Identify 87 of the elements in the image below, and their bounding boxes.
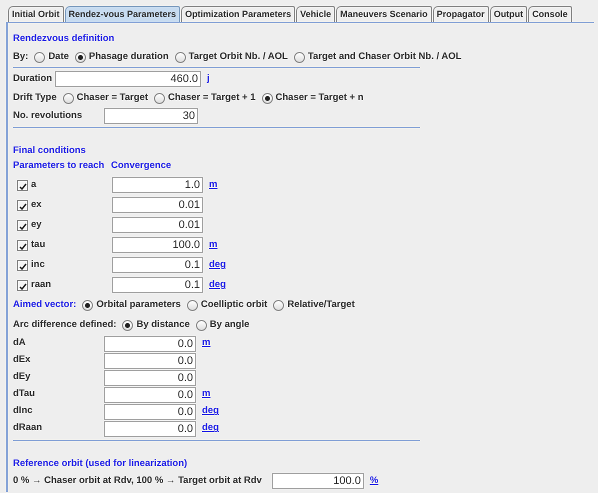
- radio-button[interactable]: [186, 300, 198, 310]
- radio-button[interactable]: [82, 300, 94, 310]
- by-label: By:: [13, 50, 28, 64]
- radio-label[interactable]: By angle: [210, 318, 250, 332]
- radio-button[interactable]: [262, 92, 272, 104]
- field-label: dInc: [13, 404, 34, 418]
- tab[interactable]: Initial Orbit: [8, 6, 64, 22]
- checkbox-label[interactable]: ey: [31, 218, 42, 232]
- column-header: Convergence: [111, 158, 172, 173]
- unit-link[interactable]: deg: [209, 258, 226, 272]
- unit-link[interactable]: deg: [202, 404, 219, 419]
- checkbox-label[interactable]: raan: [31, 278, 52, 292]
- field-label: Duration: [13, 72, 49, 86]
- text-field[interactable]: 30: [104, 108, 198, 124]
- unit-link[interactable]: deg: [202, 421, 219, 436]
- checkbox[interactable]: [17, 200, 28, 210]
- field-label: Arc difference defined:: [13, 318, 116, 332]
- checkbox-label[interactable]: tau: [31, 238, 46, 252]
- unit-link[interactable]: deg: [209, 278, 226, 292]
- tab[interactable]: Maneuvers Scenario: [336, 6, 432, 22]
- tab[interactable]: Rendez-vous Parameters: [64, 6, 180, 22]
- field-label: Drift Type: [13, 90, 57, 105]
- radio-button[interactable]: [294, 52, 305, 62]
- text-field[interactable]: 0.1: [112, 257, 203, 273]
- section-title: Final conditions: [13, 144, 86, 158]
- text-field[interactable]: 0.0: [104, 352, 196, 368]
- radio-label[interactable]: Chaser = Target: [76, 90, 148, 106]
- checkbox[interactable]: [17, 180, 28, 190]
- text-field[interactable]: 0.0: [104, 420, 196, 436]
- unit-link[interactable]: m: [209, 238, 218, 252]
- radio-label[interactable]: By distance: [136, 318, 190, 332]
- radio-label[interactable]: Coelliptic orbit: [200, 298, 268, 312]
- radio-label[interactable]: Target Orbit Nb. / AOL: [188, 50, 288, 64]
- field-label: dEx: [13, 353, 32, 368]
- field-label: dRaan: [13, 421, 44, 436]
- radio-button[interactable]: [62, 92, 74, 104]
- unit-link[interactable]: %: [370, 474, 378, 488]
- tab[interactable]: Vehicle: [296, 6, 336, 22]
- tab[interactable]: Output: [490, 6, 528, 22]
- text-field[interactable]: 0.0: [104, 336, 196, 352]
- radio-label[interactable]: Relative/Target: [287, 298, 355, 312]
- radio-button[interactable]: [74, 52, 86, 62]
- checkbox[interactable]: [17, 240, 28, 250]
- radio-button[interactable]: [154, 92, 166, 104]
- tab[interactable]: Console: [528, 6, 572, 22]
- unit-link[interactable]: m: [202, 387, 210, 402]
- radio-label[interactable]: Date: [48, 50, 69, 64]
- radio-button[interactable]: [174, 52, 186, 62]
- checkbox[interactable]: [17, 260, 28, 270]
- tab[interactable]: Optimization Parameters: [181, 6, 296, 22]
- column-header: Parameters to reach: [13, 158, 105, 173]
- text-field[interactable]: 100.0: [112, 237, 203, 253]
- text-field[interactable]: 0.0: [104, 386, 196, 402]
- unit-link[interactable]: j: [207, 72, 210, 86]
- text-field[interactable]: 0.01: [112, 217, 203, 233]
- checkbox[interactable]: [17, 220, 28, 230]
- text-field[interactable]: 0.01: [112, 197, 203, 213]
- text-field[interactable]: 1.0: [112, 177, 203, 193]
- radio-label[interactable]: Orbital parameters: [96, 298, 181, 312]
- radio-button[interactable]: [34, 52, 46, 62]
- radio-label[interactable]: Chaser = Target + 1: [168, 90, 256, 106]
- radio-button[interactable]: [196, 320, 207, 330]
- field-label: Aimed vector:: [13, 298, 76, 312]
- checkbox[interactable]: [17, 280, 28, 290]
- section-title: Reference orbit (used for linearization): [13, 456, 188, 471]
- text-field[interactable]: 100.0: [272, 473, 364, 489]
- text-field[interactable]: 0.1: [112, 277, 203, 293]
- radio-label[interactable]: Target and Chaser Orbit Nb. / AOL: [308, 50, 462, 64]
- field-label: dTau: [13, 387, 36, 402]
- unit-link[interactable]: m: [202, 336, 210, 351]
- field-label: dEy: [13, 370, 32, 384]
- unit-link[interactable]: m: [209, 178, 218, 192]
- tab[interactable]: Propagator: [432, 6, 489, 22]
- text-field[interactable]: 0.0: [104, 404, 196, 420]
- section-title: Rendezvous definition: [13, 32, 114, 46]
- text-field[interactable]: 460.0: [55, 71, 201, 87]
- checkbox-label[interactable]: ex: [31, 198, 42, 212]
- field-label: No. revolutions: [13, 108, 84, 123]
- checkbox-label[interactable]: a: [31, 178, 36, 192]
- radio-label[interactable]: Phasage duration: [88, 50, 169, 64]
- field-label: 0 % → Chaser orbit at Rdv, 100 % → Target orbit at Rdv: [13, 474, 262, 488]
- field-label: dA: [13, 336, 27, 350]
- radio-button[interactable]: [122, 320, 134, 330]
- radio-button[interactable]: [273, 300, 284, 310]
- radio-label[interactable]: Chaser = Target + n: [276, 90, 364, 106]
- text-field[interactable]: 0.0: [104, 370, 196, 386]
- checkbox-label[interactable]: inc: [31, 258, 45, 272]
